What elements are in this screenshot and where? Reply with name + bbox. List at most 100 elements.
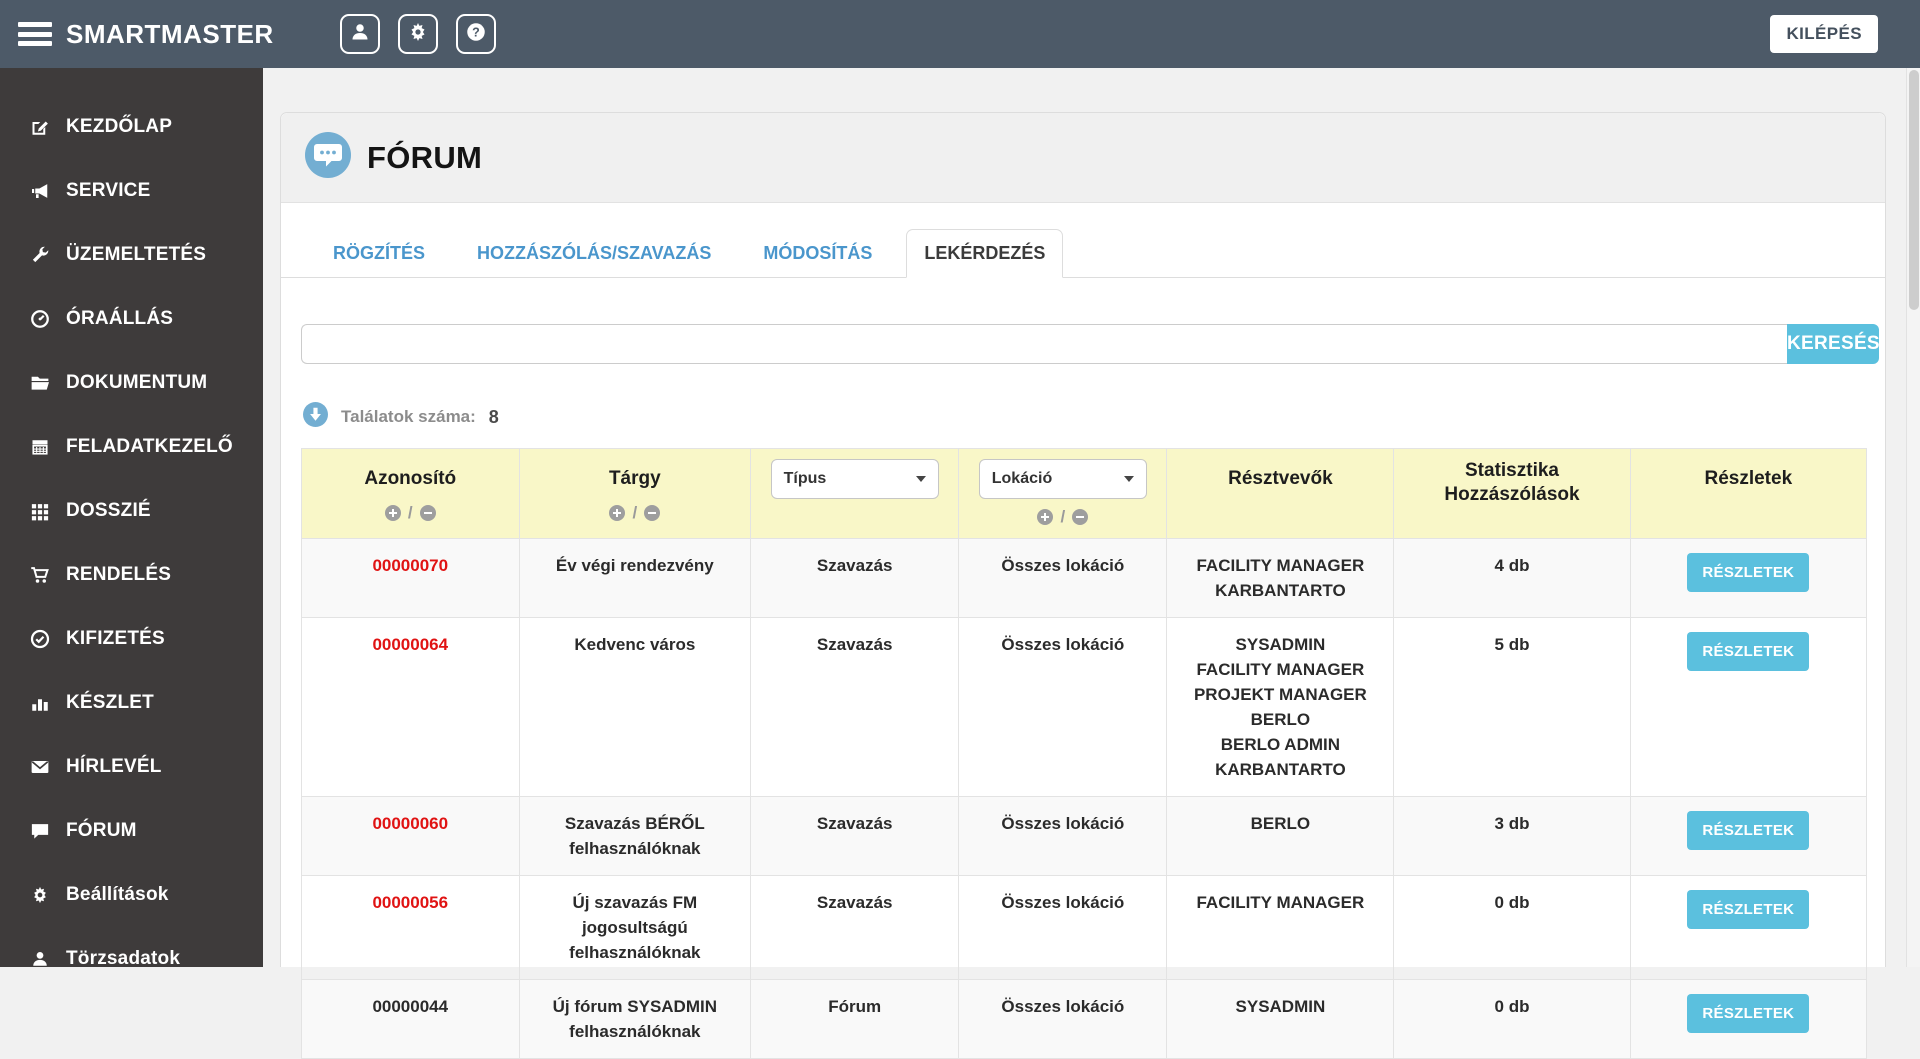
sidebar-item-forum[interactable]: FÓRUM <box>0 799 263 863</box>
search-input[interactable] <box>301 324 1787 364</box>
forum-stat: 0 db <box>1394 980 1630 1059</box>
forum-stat: 3 db <box>1394 797 1630 876</box>
sidebar-item-kezdolap[interactable]: KEZDŐLAP <box>0 95 263 159</box>
folder-icon <box>28 373 52 393</box>
sort-asc-icon[interactable] <box>1037 509 1053 525</box>
table-row: 00000070 Év végi rendezvény Szavazás Öss… <box>302 539 1867 618</box>
sort-asc-icon[interactable] <box>609 505 625 521</box>
user-icon <box>28 950 52 968</box>
forum-stat: 0 db <box>1394 876 1630 980</box>
column-header-tipus: Típus <box>751 449 959 539</box>
tipus-filter-select[interactable]: Típus <box>771 459 939 499</box>
column-header-statisztika: Statisztika Hozzászólások <box>1394 449 1630 539</box>
search-bar: KERESÉS <box>301 324 1879 364</box>
sidebar-item-label: RENDELÉS <box>66 564 171 586</box>
sidebar-item-label: ÜZEMELTETÉS <box>66 244 206 266</box>
gear-icon <box>28 886 52 904</box>
forum-type: Szavazás <box>751 539 959 618</box>
forum-participants: FACILITY MANAGER KARBANTARTO <box>1167 539 1394 618</box>
settings-button[interactable] <box>398 14 438 54</box>
sidebar-item-oraallas[interactable]: ÓRAÁLLÁS <box>0 287 263 351</box>
topbar-icon-group: ? <box>340 14 496 54</box>
sidebar-item-label: Beállítások <box>66 884 169 906</box>
sidebar-item-hirlevel[interactable]: HÍRLEVÉL <box>0 735 263 799</box>
forum-id: 00000070 <box>302 539 520 618</box>
wrench-icon <box>28 245 52 265</box>
forum-location: Összes lokáció <box>959 980 1167 1059</box>
sidebar-item-keszlet[interactable]: KÉSZLET <box>0 671 263 735</box>
scrollbar[interactable] <box>1906 68 1920 967</box>
page-header: FÓRUM <box>281 113 1885 203</box>
sidebar-item-service[interactable]: SERVICE <box>0 159 263 223</box>
chevron-down-icon <box>916 476 926 482</box>
column-header-reszletek: Részletek <box>1630 449 1866 539</box>
sidebar-item-uzemeltetes[interactable]: ÜZEMELTETÉS <box>0 223 263 287</box>
forum-type: Szavazás <box>751 876 959 980</box>
tab-hozzaszolas-szavazas[interactable]: HOZZÁSZÓLÁS/SZAVAZÁS <box>459 229 729 278</box>
forum-participants: FACILITY MANAGER <box>1167 876 1394 980</box>
sidebar-item-label: HÍRLEVÉL <box>66 756 162 778</box>
sidebar-item-dokumentum[interactable]: DOKUMENTUM <box>0 351 263 415</box>
forum-location: Összes lokáció <box>959 876 1167 980</box>
details-button[interactable]: RÉSZLETEK <box>1687 632 1809 671</box>
sidebar-item-kifizetes[interactable]: KIFIZETÉS <box>0 607 263 671</box>
check-circle-icon <box>28 629 52 649</box>
sort-desc-icon[interactable] <box>1072 509 1088 525</box>
help-button[interactable]: ? <box>456 14 496 54</box>
help-icon: ? <box>466 22 486 47</box>
grid-icon <box>28 501 52 521</box>
forum-participants: BERLO <box>1167 797 1394 876</box>
scrollbar-thumb[interactable] <box>1909 70 1919 310</box>
details-button[interactable]: RÉSZLETEK <box>1687 890 1809 929</box>
sort-desc-icon[interactable] <box>420 505 436 521</box>
sidebar-item-label: KÉSZLET <box>66 692 154 714</box>
tab-rogzites[interactable]: RÖGZÍTÉS <box>315 229 443 278</box>
details-button[interactable]: RÉSZLETEK <box>1687 994 1809 1033</box>
hamburger-icon[interactable] <box>18 22 52 46</box>
envelope-icon <box>28 757 52 777</box>
sidebar-item-label: SERVICE <box>66 180 150 202</box>
page-title: FÓRUM <box>367 140 482 176</box>
details-button[interactable]: RÉSZLETEK <box>1687 553 1809 592</box>
forum-table: Azonosító / Tárgy / <box>301 448 1867 1059</box>
sidebar-item-label: FELADATKEZELŐ <box>66 436 233 458</box>
down-arrow-circle-icon[interactable] <box>303 402 328 432</box>
logout-button[interactable]: KILÉPÉS <box>1770 15 1878 53</box>
column-header-resztvevok: Résztvevők <box>1167 449 1394 539</box>
tab-modositas[interactable]: MÓDOSÍTÁS <box>745 229 890 278</box>
edit-icon <box>28 117 52 137</box>
forum-location: Összes lokáció <box>959 539 1167 618</box>
forum-id: 00000044 <box>302 980 520 1059</box>
sort-asc-icon[interactable] <box>385 505 401 521</box>
forum-subject: Kedvenc város <box>519 618 751 797</box>
forum-type: Szavazás <box>751 797 959 876</box>
user-button[interactable] <box>340 14 380 54</box>
forum-id: 00000056 <box>302 876 520 980</box>
sidebar-item-feladatkezelo[interactable]: FELADATKEZELŐ <box>0 415 263 479</box>
gear-icon <box>408 22 428 47</box>
megaphone-icon <box>28 181 52 201</box>
sidebar-item-rendeles[interactable]: RENDELÉS <box>0 543 263 607</box>
tab-lekerdezes[interactable]: LEKÉRDEZÉS <box>906 229 1063 278</box>
sidebar-item-torzsadatok[interactable]: Törzsadatok <box>0 927 263 991</box>
forum-location: Összes lokáció <box>959 797 1167 876</box>
top-bar: SMARTMASTER ? KILÉPÉS <box>0 0 1920 68</box>
table-row: 00000056 Új szavazás FM jogosultságú fel… <box>302 876 1867 980</box>
search-button[interactable]: KERESÉS <box>1787 324 1879 364</box>
forum-type: Fórum <box>751 980 959 1059</box>
sidebar-item-dosszie[interactable]: DOSSZIÉ <box>0 479 263 543</box>
sidebar-item-label: DOKUMENTUM <box>66 372 207 394</box>
forum-subject: Új szavazás FM jogosultságú felhasználók… <box>519 876 751 980</box>
sidebar: KEZDŐLAP SERVICE ÜZEMELTETÉS ÓRAÁLLÁS DO… <box>0 68 263 967</box>
sidebar-item-label: FÓRUM <box>66 820 137 842</box>
forum-type: Szavazás <box>751 618 959 797</box>
sidebar-item-beallitasok[interactable]: Beállítások <box>0 863 263 927</box>
forum-id: 00000060 <box>302 797 520 876</box>
svg-text:?: ? <box>472 25 480 39</box>
sort-desc-icon[interactable] <box>644 505 660 521</box>
results-count: 8 <box>489 407 499 428</box>
sidebar-item-label: DOSSZIÉ <box>66 500 151 522</box>
lokacio-filter-select[interactable]: Lokáció <box>979 459 1147 499</box>
forum-panel: FÓRUM RÖGZÍTÉS HOZZÁSZÓLÁS/SZAVAZÁS MÓDO… <box>280 112 1886 967</box>
details-button[interactable]: RÉSZLETEK <box>1687 811 1809 850</box>
